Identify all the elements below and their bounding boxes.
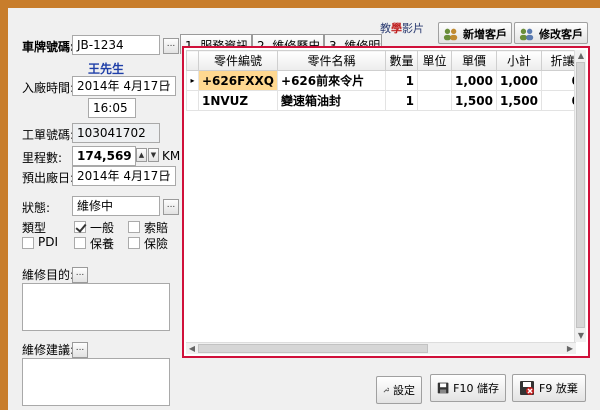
mileage-up-icon[interactable]: ▲ [136,148,147,162]
order-label: 工單號碼: [22,128,75,142]
save-button[interactable]: F10 儲存 [430,374,506,402]
unit-cell[interactable] [417,70,453,91]
discard-label: F9 放棄 [539,382,578,395]
due-label: 預出廠日: [22,171,75,185]
qty-cell[interactable]: 1 [385,90,419,111]
scroll-down-icon[interactable]: ▼ [575,330,587,342]
type-pdi-label: PDI [38,235,59,249]
scroll-up-icon[interactable]: ▲ [575,50,587,62]
purpose-label: 維修目的: [22,268,75,282]
checkin-date-picker[interactable]: 2014年 4月17日 [72,76,176,96]
new-customer-button[interactable]: 新增客戶 [438,22,512,44]
column-header[interactable]: 數量 [385,50,419,71]
order-number-field: 103041702 [72,123,160,143]
checkin-label: 入廠時間: [22,81,75,95]
edit-customer-button[interactable]: 修改客戶 [514,22,588,44]
column-header[interactable]: 單價 [451,50,497,71]
price-cell[interactable]: 1,000 [451,70,497,91]
table-header-row: 零件編號 零件名稱 數量 單位 單價 小計 折讓 [186,50,584,71]
discard-button[interactable]: F9 放棄 [512,374,586,402]
type-general-label: 一般 [90,221,115,235]
unit-cell[interactable] [417,90,453,111]
table-row[interactable]: ▸ +626FXXQ +626前來令片 1 1,000 1,000 0 [186,70,584,91]
table-row[interactable]: 1NVUZ 變速箱油封 1 1,500 1,500 0 [186,90,584,111]
row-indicator [186,90,199,111]
type-insurance-label: 保險 [144,237,169,251]
part-code-cell[interactable]: +626FXXQ [197,70,279,91]
suggest-lookup-button[interactable]: ... [72,342,88,358]
mileage-label: 里程數: [22,151,63,165]
floppy-disk-icon [437,382,449,394]
status-field[interactable]: 維修中 [72,196,160,216]
plate-label: 車牌號碼: [22,40,75,54]
vertical-scrollbar[interactable]: ▲ ▼ [574,50,586,342]
checkin-date-value: 2014年 4月17日 [77,79,171,93]
type-general-checkbox[interactable] [74,221,86,233]
tutorial-video-link[interactable]: 教學影片 [380,20,424,36]
type-pdi-checkbox[interactable] [22,237,34,249]
row-indicator-header [186,50,199,71]
type-insurance-checkbox[interactable] [128,237,140,249]
tutorial-video-text-c: 影片 [402,22,424,35]
column-header[interactable]: 單位 [417,50,453,71]
users-add-icon [443,28,458,41]
calendar-dropdown-icon[interactable]: ▾ [162,169,174,183]
column-header[interactable]: 零件名稱 [277,50,387,71]
qty-cell[interactable]: 1 [385,70,419,91]
current-row-icon: ▸ [186,70,199,91]
mileage-input[interactable]: 174,569 [72,146,136,166]
purpose-textarea[interactable] [22,283,170,331]
settings-button[interactable]: 設定 [376,376,422,404]
type-maintenance-label: 保養 [90,237,115,251]
part-code-cell[interactable]: 1NVUZ [197,90,279,111]
mileage-down-icon[interactable]: ▼ [148,148,159,162]
work-order-window: 車牌號碼: JB-1234 ... 王先生 入廠時間: 2014年 4月17日 … [8,8,600,410]
checkin-time-input[interactable]: 16:05 [88,98,136,118]
edit-customer-label: 修改客戶 [539,28,583,41]
plate-lookup-button[interactable]: ... [163,38,179,54]
status-lookup-button[interactable]: ... [163,199,179,215]
settings-label: 設定 [393,384,415,397]
type-maintenance-checkbox[interactable] [74,237,86,249]
type-claim-checkbox[interactable] [128,221,140,233]
wrench-icon [383,387,389,393]
tutorial-video-text-a: 教 [380,22,391,35]
parts-grid-panel: 零件編號 零件名稱 數量 單位 單價 小計 折讓 ▸ +626FXXQ +626… [182,46,590,358]
mileage-unit: KM [162,149,181,163]
type-label: 類型 [22,221,47,235]
calendar-dropdown-icon[interactable]: ▾ [162,79,174,93]
scroll-right-icon[interactable]: ▶ [564,343,576,355]
subtotal-cell[interactable]: 1,500 [495,90,542,111]
users-edit-icon [519,28,534,41]
part-name-cell[interactable]: 變速箱油封 [277,90,387,111]
suggest-textarea[interactable] [22,358,170,406]
tutorial-video-text-b: 學 [391,22,402,35]
type-claim-label: 索賠 [144,221,169,235]
customer-name: 王先生 [88,62,125,76]
save-label: F10 儲存 [453,382,499,395]
status-label: 狀態: [22,201,51,215]
floppy-discard-icon [520,381,534,395]
column-header[interactable]: 零件編號 [197,50,279,71]
purpose-lookup-button[interactable]: ... [72,267,88,283]
due-date-picker[interactable]: 2014年 4月17日 [72,166,176,186]
column-header[interactable]: 小計 [495,50,542,71]
horizontal-scrollbar[interactable]: ◀ ▶ [186,342,576,354]
horizontal-scroll-thumb[interactable] [198,344,428,353]
part-name-cell[interactable]: +626前來令片 [277,70,387,91]
parts-table: 零件編號 零件名稱 數量 單位 單價 小計 折讓 ▸ +626FXXQ +626… [186,50,584,111]
price-cell[interactable]: 1,500 [451,90,497,111]
new-customer-label: 新增客戶 [463,28,507,41]
vertical-scroll-thumb[interactable] [576,62,585,328]
due-date-value: 2014年 4月17日 [77,169,171,183]
subtotal-cell[interactable]: 1,000 [495,70,542,91]
plate-input[interactable]: JB-1234 [72,35,160,55]
scroll-left-icon[interactable]: ◀ [186,343,198,355]
suggest-label: 維修建議: [22,343,75,357]
